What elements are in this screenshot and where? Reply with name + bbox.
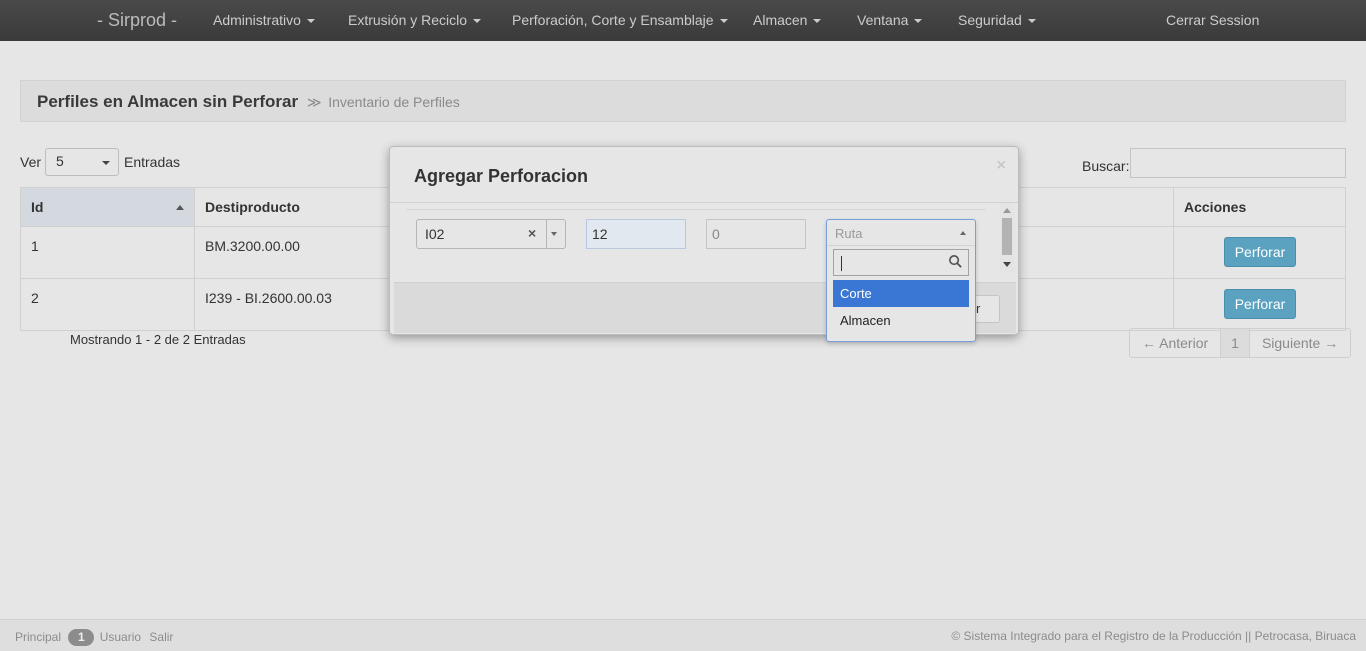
ruta-option-corte[interactable]: Corte xyxy=(833,280,969,307)
pagination: ← Anterior 1 Siguiente → xyxy=(1129,328,1352,358)
page-footer: Principal 1 Usuario Salir © Sistema Inte… xyxy=(0,619,1366,651)
modal-footer-button[interactable]: r xyxy=(976,295,1000,323)
user-count-badge: 1 xyxy=(68,629,95,646)
nav-menu-perforacion[interactable]: Perforación, Corte y Ensamblaje xyxy=(512,12,728,28)
page-size-select[interactable]: 5 xyxy=(45,148,119,176)
text-cursor xyxy=(841,256,842,271)
quantity-input[interactable]: 12 xyxy=(586,219,686,249)
scroll-down-icon[interactable] xyxy=(1003,262,1011,267)
modal-scrollbar[interactable] xyxy=(1000,203,1014,273)
caret-down-icon xyxy=(1027,19,1036,24)
footer-copyright: © Sistema Integrado para el Registro de … xyxy=(951,629,1356,643)
breadcrumb-subtitle: Inventario de Perfiles xyxy=(328,94,460,110)
nav-menu-administrativo[interactable]: Administrativo xyxy=(213,12,315,28)
caret-down-icon xyxy=(719,19,728,24)
caret-down-icon xyxy=(473,19,482,24)
page-size-value: 5 xyxy=(56,153,64,169)
code-select-toggle[interactable] xyxy=(546,220,565,248)
nav-menu-label: Administrativo xyxy=(213,12,301,28)
modal-divider xyxy=(390,202,1018,203)
footer-link-usuario[interactable]: Usuario xyxy=(100,630,141,644)
search-input[interactable] xyxy=(1130,148,1346,178)
perforar-button[interactable]: Perforar xyxy=(1224,237,1296,267)
search-label: Buscar: xyxy=(1082,158,1130,174)
chevron-up-icon xyxy=(960,231,966,235)
nav-menu-ventana[interactable]: Ventana xyxy=(857,12,923,28)
logout-link[interactable]: Cerrar Session xyxy=(1166,12,1259,28)
nav-menu-label: Perforación, Corte y Ensamblaje xyxy=(512,12,714,28)
breadcrumb-separator: ≫ xyxy=(306,94,322,110)
cell-id: 2 xyxy=(20,278,195,331)
search-icon xyxy=(949,255,962,268)
close-icon[interactable]: × xyxy=(997,157,1006,175)
chevron-down-icon xyxy=(102,161,110,165)
page-header: Perfiles en Almacen sin Perforar ≫ Inven… xyxy=(20,80,1346,122)
ruta-select-dropdown[interactable]: Ruta Corte Almacen xyxy=(826,219,976,342)
scroll-up-icon[interactable] xyxy=(1003,208,1011,213)
column-header-id[interactable]: Id xyxy=(20,187,195,227)
column-header-acciones: Acciones xyxy=(1173,187,1346,227)
secondary-number-input[interactable]: 0 xyxy=(706,219,806,249)
nav-menu-label: Extrusión y Reciclo xyxy=(348,12,468,28)
nav-menu-label: Almacen xyxy=(753,12,808,28)
brand-logo-link[interactable]: - Sirprod - xyxy=(97,10,177,31)
nav-menu-extrusion[interactable]: Extrusión y Reciclo xyxy=(348,12,482,28)
cell-actions: Perforar xyxy=(1173,278,1346,331)
ruta-option-almacen[interactable]: Almacen xyxy=(833,307,969,334)
table-info: Mostrando 1 - 2 de 2 Entradas xyxy=(70,332,246,347)
caret-down-icon xyxy=(306,19,315,24)
ruta-placeholder: Ruta xyxy=(835,226,863,241)
ruta-search-input[interactable] xyxy=(833,249,969,276)
top-navbar: - Sirprod - Administrativo Extrusión y R… xyxy=(0,0,1366,41)
pagination-page-1[interactable]: 1 xyxy=(1221,329,1250,357)
page-title: Perfiles en Almacen sin Perforar xyxy=(37,92,299,111)
clear-icon[interactable]: × xyxy=(528,225,536,241)
modal-title: Agregar Perforacion xyxy=(414,166,589,186)
sort-asc-icon xyxy=(176,205,184,210)
ruta-select[interactable]: Ruta xyxy=(827,220,975,246)
entries-label: Entradas xyxy=(124,154,181,170)
page-size-label: Ver xyxy=(20,154,42,170)
caret-down-icon xyxy=(914,19,923,24)
pagination-next[interactable]: Siguiente → xyxy=(1250,329,1350,357)
cell-id: 1 xyxy=(20,226,195,279)
scroll-thumb[interactable] xyxy=(1002,218,1012,255)
caret-down-icon xyxy=(813,19,822,24)
footer-link-principal[interactable]: Principal xyxy=(15,630,61,644)
nav-menu-seguridad[interactable]: Seguridad xyxy=(958,12,1036,28)
nav-menu-label: Ventana xyxy=(857,12,909,28)
code-select-value: I02 xyxy=(425,226,445,242)
code-select[interactable]: I02 × xyxy=(416,219,566,249)
pagination-prev[interactable]: ← Anterior xyxy=(1130,329,1222,357)
nav-menu-label: Seguridad xyxy=(958,12,1022,28)
footer-link-salir[interactable]: Salir xyxy=(149,630,173,644)
cell-actions: Perforar xyxy=(1173,226,1346,279)
modal-row-divider xyxy=(406,209,986,210)
perforar-button[interactable]: Perforar xyxy=(1224,289,1296,319)
nav-menu-almacen[interactable]: Almacen xyxy=(753,12,822,28)
chevron-down-icon xyxy=(551,232,557,236)
